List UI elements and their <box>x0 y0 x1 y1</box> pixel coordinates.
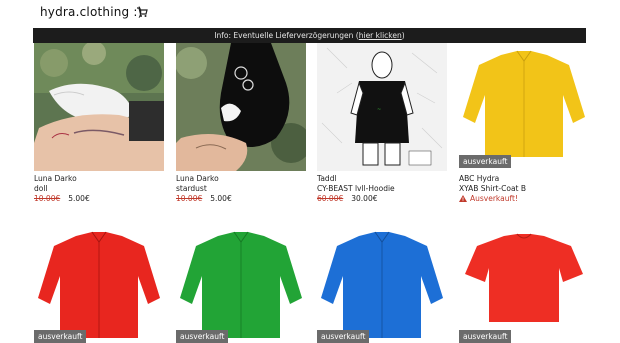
product-name[interactable]: stardust <box>176 184 207 193</box>
product-image[interactable] <box>34 224 164 343</box>
product-card[interactable]: ausverkauft <box>176 224 306 343</box>
old-price: 10.00€ <box>34 194 61 203</box>
product-image[interactable]: ~ <box>317 43 447 171</box>
soldout-notice: Ausverkauft! <box>459 194 518 203</box>
product-card[interactable]: ausverkauft <box>317 224 447 343</box>
old-price: 10.00€ <box>176 194 203 203</box>
product-image[interactable] <box>176 224 306 343</box>
product-card[interactable]: Luna Darko stardust 10.00€ 5.00€ <box>176 43 306 208</box>
product-image[interactable] <box>317 224 447 343</box>
old-price: 60.00€ <box>317 194 344 203</box>
product-name[interactable]: XYAB Shirt-Coat B <box>459 184 526 193</box>
soldout-text: Ausverkauft! <box>470 194 518 203</box>
soldout-badge: ausverkauft <box>317 330 370 343</box>
sale-price: 5.00€ <box>210 194 232 203</box>
product-card[interactable]: Luna Darko doll 10.00€ 5.00€ <box>34 43 164 208</box>
product-brand: ABC Hydra <box>459 174 500 183</box>
price-row: 10.00€ 5.00€ <box>176 194 232 203</box>
product-image[interactable] <box>34 43 164 171</box>
product-brand: Taddl <box>317 174 337 183</box>
soldout-badge: ausverkauft <box>176 330 229 343</box>
product-brand: Luna Darko <box>176 174 219 183</box>
soldout-badge: ausverkauft <box>459 155 512 168</box>
svg-text:~: ~ <box>377 107 381 113</box>
sale-price: 5.00€ <box>68 194 90 203</box>
product-grid: Luna Darko doll 10.00€ 5.00€ Luna Darko s… <box>0 0 620 343</box>
product-card[interactable]: ausverkauft <box>34 224 164 343</box>
product-image[interactable] <box>176 43 306 171</box>
sale-price: 30.00€ <box>351 194 378 203</box>
soldout-badge: ausverkauft <box>34 330 87 343</box>
price-row: 10.00€ 5.00€ <box>34 194 90 203</box>
product-brand: Luna Darko <box>34 174 77 183</box>
product-card[interactable]: ausverkauft <box>459 224 589 343</box>
warning-icon <box>459 195 467 202</box>
product-name[interactable]: CY-BEAST lvll-Hoodie <box>317 184 395 193</box>
soldout-badge: ausverkauft <box>459 330 512 343</box>
product-image[interactable] <box>459 43 589 171</box>
price-row: 60.00€ 30.00€ <box>317 194 378 203</box>
product-image[interactable] <box>459 224 589 343</box>
product-name[interactable]: doll <box>34 184 48 193</box>
product-card[interactable]: ~ Taddl CY-BEAST lvll-Hoodie 60.00€ 30.00… <box>317 43 447 208</box>
product-card[interactable]: ausverkauft ABC Hydra XYAB Shirt-Coat B … <box>459 43 589 208</box>
